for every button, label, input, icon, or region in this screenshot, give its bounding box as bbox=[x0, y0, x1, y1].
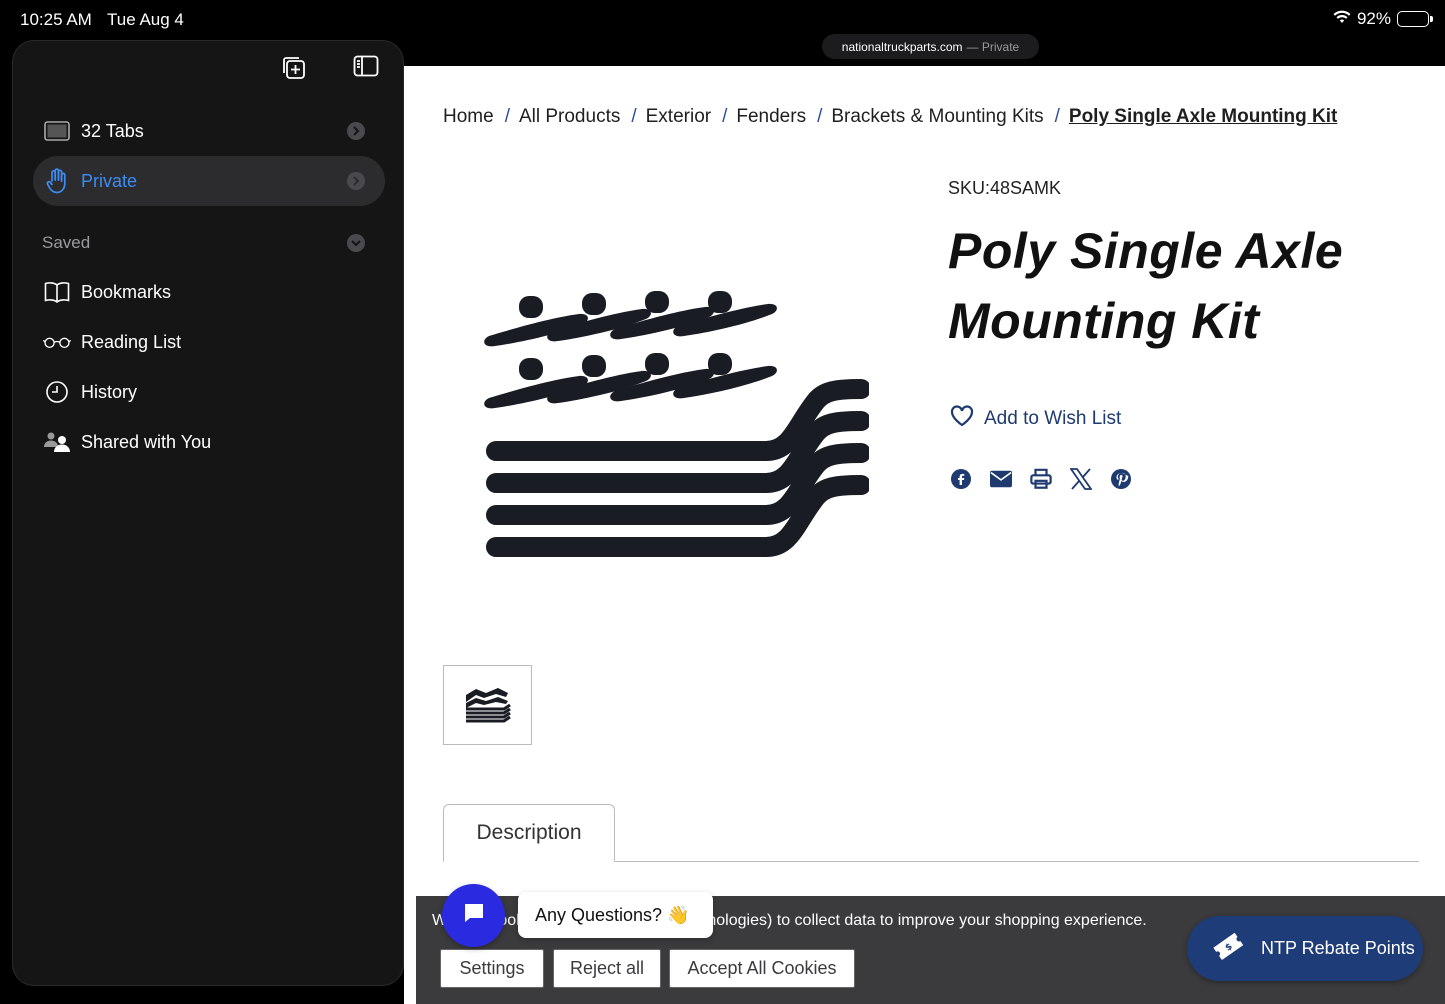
breadcrumb-exterior[interactable]: Exterior bbox=[646, 106, 711, 128]
email-icon[interactable] bbox=[990, 466, 1012, 492]
sidebar-item-label: Shared with You bbox=[81, 431, 212, 452]
breadcrumb-separator: / bbox=[817, 106, 823, 127]
sidebar-item-label: Private bbox=[81, 170, 138, 191]
status-date: Tue Aug 4 bbox=[107, 10, 184, 29]
safari-sidebar: 32 Tabs Private Saved Bookmarks Reading … bbox=[12, 40, 404, 986]
breadcrumb-separator: / bbox=[1054, 106, 1060, 127]
sidebar-item-label: 32 Tabs bbox=[81, 120, 144, 141]
reject-all-button[interactable]: Reject all bbox=[553, 949, 661, 988]
saved-label: Saved bbox=[42, 233, 91, 252]
product-image[interactable] bbox=[484, 281, 869, 571]
status-bar: 10:25 AM Tue Aug 4 92% bbox=[0, 0, 1445, 40]
sidebar-saved-header[interactable]: Saved bbox=[13, 218, 405, 268]
product-thumbnail[interactable] bbox=[443, 665, 532, 745]
sidebar-toggle-icon[interactable] bbox=[353, 55, 379, 86]
breadcrumb-home[interactable]: Home bbox=[443, 106, 494, 128]
add-to-wishlist-button[interactable]: Add to Wish List bbox=[950, 405, 1121, 433]
breadcrumb-current[interactable]: Poly Single Axle Mounting Kit bbox=[1069, 106, 1337, 128]
chevron-down-icon[interactable] bbox=[347, 234, 365, 252]
sidebar-item-private[interactable]: Private bbox=[33, 156, 385, 206]
sidebar-item-bookmarks[interactable]: Bookmarks bbox=[13, 267, 405, 317]
glasses-icon bbox=[43, 328, 71, 356]
accept-all-cookies-button[interactable]: Accept All Cookies bbox=[669, 949, 855, 988]
wifi-icon bbox=[1333, 9, 1351, 29]
web-page: Home / All Products / Exterior / Fenders… bbox=[404, 66, 1445, 1004]
ticket-icon: $ bbox=[1211, 929, 1245, 968]
facebook-icon[interactable] bbox=[950, 466, 972, 492]
address-domain: nationaltruckparts.com bbox=[841, 39, 963, 54]
sidebar-item-shared[interactable]: Shared with You bbox=[13, 417, 405, 467]
wishlist-label: Add to Wish List bbox=[984, 408, 1122, 429]
sidebar-toolbar bbox=[281, 55, 379, 86]
tablet-icon bbox=[43, 117, 71, 145]
cookie-settings-button[interactable]: Settings bbox=[440, 949, 544, 988]
breadcrumb-brackets[interactable]: Brackets & Mounting Kits bbox=[831, 106, 1043, 128]
shared-people-icon bbox=[43, 428, 71, 456]
breadcrumb-all-products[interactable]: All Products bbox=[519, 106, 620, 128]
address-bar[interactable]: nationaltruckparts.com — Private bbox=[822, 34, 1039, 59]
new-tab-group-icon[interactable] bbox=[281, 55, 307, 86]
clock-icon bbox=[43, 378, 71, 406]
sidebar-item-label: History bbox=[81, 381, 138, 402]
breadcrumb-separator: / bbox=[722, 106, 728, 127]
breadcrumb: Home / All Products / Exterior / Fenders… bbox=[443, 106, 1337, 128]
breadcrumb-fenders[interactable]: Fenders bbox=[736, 106, 806, 128]
product-title: Poly Single Axle Mounting Kit bbox=[948, 223, 1344, 349]
status-right: 92% bbox=[1333, 9, 1433, 29]
tab-description[interactable]: Description bbox=[443, 804, 615, 862]
heart-icon bbox=[950, 405, 974, 433]
hand-icon bbox=[43, 167, 71, 195]
chevron-right-icon[interactable] bbox=[347, 122, 365, 140]
pinterest-icon[interactable] bbox=[1110, 466, 1132, 492]
chevron-right-icon[interactable] bbox=[347, 172, 365, 190]
battery-percent: 92% bbox=[1356, 9, 1391, 28]
sidebar-item-history[interactable]: History bbox=[13, 367, 405, 417]
chat-prompt[interactable]: Any Questions? 👋 bbox=[518, 892, 713, 938]
sidebar-item-label: Reading List bbox=[81, 331, 182, 352]
chat-button[interactable] bbox=[442, 884, 505, 947]
sidebar-item-label: Bookmarks bbox=[81, 281, 172, 302]
x-icon[interactable] bbox=[1070, 466, 1092, 492]
chat-icon bbox=[462, 901, 486, 930]
rebate-points-button[interactable]: $ NTP Rebate Points bbox=[1187, 916, 1423, 981]
breadcrumb-separator: / bbox=[631, 106, 637, 127]
status-time: 10:25 AM bbox=[20, 10, 92, 29]
sidebar-item-reading-list[interactable]: Reading List bbox=[13, 317, 405, 367]
address-mode: — Private bbox=[966, 39, 1020, 54]
rebate-label: NTP Rebate Points bbox=[1261, 938, 1415, 958]
battery-icon bbox=[1397, 11, 1433, 27]
sidebar-item-tabs[interactable]: 32 Tabs bbox=[13, 106, 405, 156]
book-icon bbox=[43, 278, 71, 306]
product-sku: SKU:48SAMK bbox=[948, 178, 1062, 198]
share-icons bbox=[950, 466, 1132, 492]
print-icon[interactable] bbox=[1030, 466, 1052, 492]
breadcrumb-separator: / bbox=[504, 106, 510, 127]
